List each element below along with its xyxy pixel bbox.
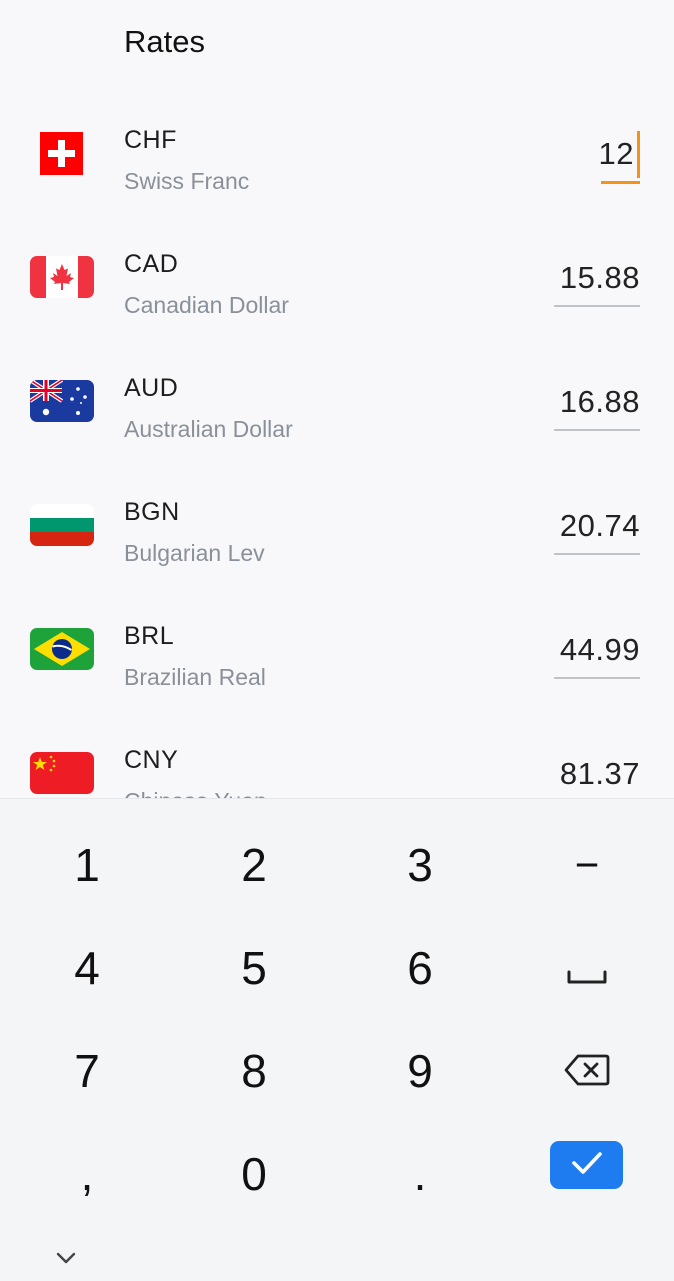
rate-input-underline	[601, 181, 640, 184]
rate-row-cad[interactable]: CAD Canadian Dollar 15.88	[0, 218, 674, 342]
bulgaria-flag-icon	[30, 504, 94, 546]
rates-list[interactable]: CHF Swiss Franc 12 CAD Canadian Dollar 1…	[0, 94, 674, 799]
key-7[interactable]: 7	[3, 1019, 171, 1122]
rate-input-underline	[554, 677, 640, 679]
swiss-flag-icon	[40, 132, 83, 175]
rate-input[interactable]: 20.74	[560, 508, 640, 544]
currency-code: AUD	[124, 374, 179, 402]
currency-code: CHF	[124, 126, 177, 154]
rate-row-cny[interactable]: CNY Chinese Yuan 81.37	[0, 714, 674, 799]
page-title: Rates	[124, 24, 205, 59]
key-4[interactable]: 4	[3, 916, 171, 1019]
rate-input-underline	[554, 305, 640, 307]
canada-flag-icon	[30, 256, 94, 298]
rate-input[interactable]: 81.37	[560, 756, 640, 792]
currency-code: CNY	[124, 746, 179, 774]
key-8[interactable]: 8	[170, 1019, 338, 1122]
rate-input[interactable]: 12	[599, 136, 634, 172]
key-space[interactable]	[503, 916, 671, 1019]
rate-row-bgn[interactable]: BGN Bulgarian Lev 20.74	[0, 466, 674, 590]
key-1[interactable]: 1	[3, 813, 171, 916]
key-comma[interactable]: ,	[3, 1122, 171, 1225]
currency-code: BGN	[124, 498, 180, 526]
chevron-down-icon	[56, 1251, 76, 1269]
rate-input[interactable]: 44.99	[560, 632, 640, 668]
currency-name: Canadian Dollar	[124, 292, 289, 318]
rate-row-brl[interactable]: BRL Brazilian Real 44.99	[0, 590, 674, 714]
key-backspace[interactable]	[503, 1019, 671, 1122]
key-6[interactable]: 6	[336, 916, 504, 1019]
check-icon	[570, 1150, 604, 1181]
rate-input[interactable]: 16.88	[560, 384, 640, 420]
key-2[interactable]: 2	[170, 813, 338, 916]
key-0[interactable]: 0	[170, 1122, 338, 1225]
currency-name: Brazilian Real	[124, 664, 266, 690]
space-icon	[567, 941, 607, 995]
backspace-icon	[564, 1044, 610, 1098]
key-period[interactable]: .	[336, 1122, 504, 1225]
rate-input[interactable]: 15.88	[560, 260, 640, 296]
key-9[interactable]: 9	[336, 1019, 504, 1122]
key-5[interactable]: 5	[170, 916, 338, 1019]
rate-row-chf[interactable]: CHF Swiss Franc 12	[0, 94, 674, 218]
text-cursor	[637, 131, 640, 178]
currency-name: Australian Dollar	[124, 416, 293, 442]
rate-input-underline	[554, 429, 640, 431]
done-button[interactable]	[550, 1141, 623, 1189]
rate-input-underline	[554, 553, 640, 555]
rate-row-aud[interactable]: AUD Australian Dollar 16.88	[0, 342, 674, 466]
currency-code: BRL	[124, 622, 175, 650]
keyboard-collapse-button[interactable]	[52, 1249, 80, 1271]
key-3[interactable]: 3	[336, 813, 504, 916]
numeric-keyboard: 1 2 3 − 4 5 6 7 8 9 , 0 .	[0, 798, 674, 1281]
australia-flag-icon	[30, 380, 94, 422]
brazil-flag-icon	[30, 628, 94, 670]
currency-name: Bulgarian Lev	[124, 540, 265, 566]
china-flag-icon	[30, 752, 94, 794]
currency-name: Swiss Franc	[124, 168, 250, 194]
key-minus[interactable]: −	[503, 813, 671, 916]
currency-code: CAD	[124, 250, 179, 278]
